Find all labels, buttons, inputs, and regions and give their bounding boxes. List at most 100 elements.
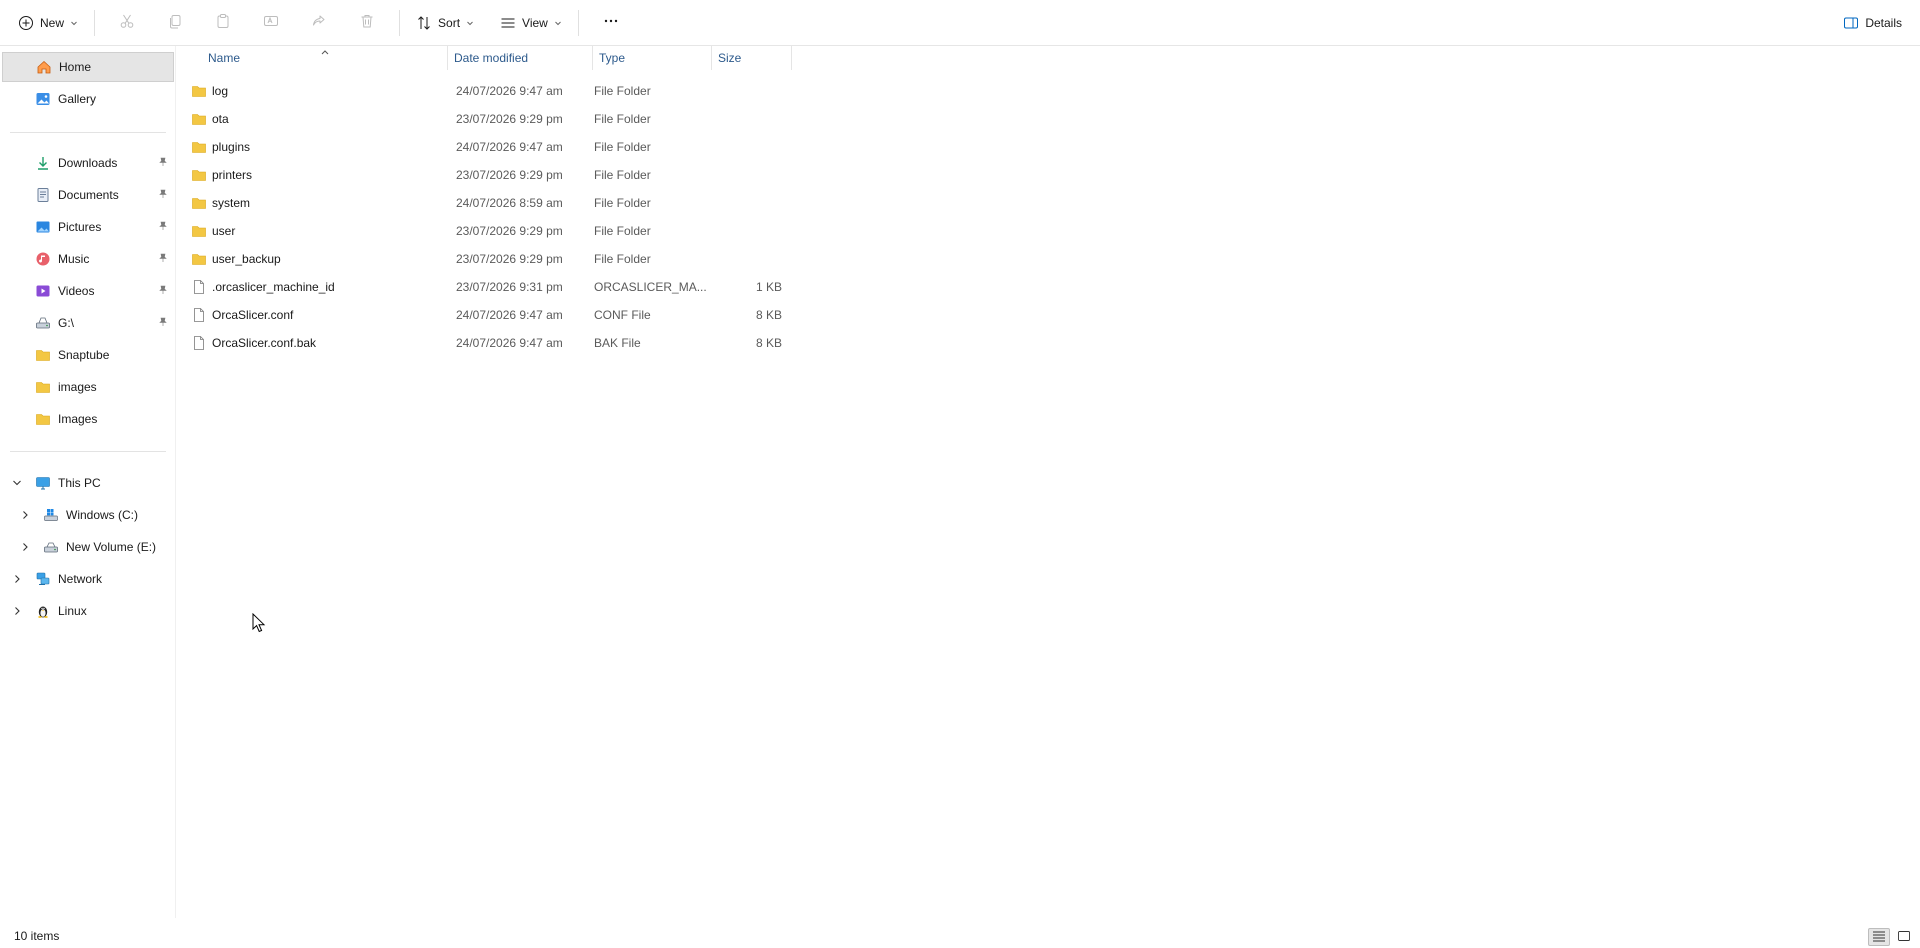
download-icon (34, 154, 52, 172)
sidebar-item-label: Images (58, 412, 98, 426)
file-row[interactable]: .orcaslicer_machine_id 23/07/2026 9:31 pm… (190, 274, 800, 300)
sidebar-item-home[interactable]: Home (2, 52, 174, 82)
sidebar-item-gallery[interactable]: Gallery (2, 84, 174, 114)
sidebar-item-network[interactable]: Network (2, 564, 174, 594)
folder-icon (34, 410, 52, 428)
file-row[interactable]: user_backup 23/07/2026 9:29 pm File Folder (190, 246, 800, 272)
sidebar-item-g-drive[interactable]: G:\ (2, 308, 174, 338)
paste-button[interactable] (199, 7, 247, 39)
rename-button[interactable] (247, 7, 295, 39)
sidebar-item-videos[interactable]: Videos (2, 276, 174, 306)
sidebar-item-linux[interactable]: Linux (2, 596, 174, 626)
column-header-label: Size (718, 51, 742, 65)
delete-button[interactable] (343, 7, 391, 39)
sidebar-item-this-pc[interactable]: This PC (2, 468, 174, 498)
sort-button[interactable]: Sort (408, 7, 482, 39)
sidebar-item-new-volume-e[interactable]: New Volume (E:) (2, 532, 174, 562)
file-type: File Folder (594, 196, 651, 210)
folder-icon (190, 82, 208, 100)
share-button[interactable] (295, 7, 343, 39)
view-list-icon (500, 15, 516, 31)
file-row[interactable]: OrcaSlicer.conf 24/07/2026 9:47 am CONF Fi… (190, 302, 800, 328)
toolbar-divider (94, 9, 96, 36)
cut-icon (119, 13, 135, 32)
file-name-cell: system (190, 194, 446, 212)
file-icon (190, 334, 208, 352)
sidebar-item-music[interactable]: Music (2, 244, 174, 274)
item-count: 10 items (14, 929, 60, 943)
pin-icon[interactable] (158, 220, 168, 234)
file-name-cell: user (190, 222, 446, 240)
column-header-type[interactable]: Type (593, 46, 712, 70)
sidebar-item-label: Videos (58, 284, 95, 298)
column-header-label: Type (599, 51, 626, 65)
sort-ascending-caret-icon (320, 40, 330, 64)
sidebar-item-label: Network (58, 572, 103, 586)
file-size: 8 KB (755, 336, 782, 350)
sidebar-item-pictures[interactable]: Pictures (2, 212, 174, 242)
sidebar-item-windows-c[interactable]: Windows (C:) (2, 500, 174, 530)
windows-drive-icon (42, 506, 60, 524)
folder-icon (190, 222, 208, 240)
command-bar: New Sort View Details (0, 0, 1920, 46)
music-icon (34, 250, 52, 268)
mouse-cursor-icon (252, 612, 266, 636)
details-view-toggle[interactable] (1868, 928, 1890, 946)
sidebar-divider (10, 451, 166, 452)
file-row[interactable]: system 24/07/2026 8:59 am File Folder (190, 190, 800, 216)
file-explorer-window: New Sort View Details Home Gallery Downl… (0, 0, 1920, 948)
file-date-modified: 24/07/2026 9:47 am (456, 336, 563, 350)
file-size: 1 KB (755, 280, 782, 294)
drive-icon (34, 314, 52, 332)
copy-button[interactable] (151, 7, 199, 39)
file-name-cell: ota (190, 110, 446, 128)
file-date-modified: 23/07/2026 9:29 pm (456, 224, 563, 238)
sidebar-item-snaptube[interactable]: Snaptube (2, 340, 174, 370)
view-button-label: View (522, 15, 548, 30)
file-date-modified: 23/07/2026 9:29 pm (456, 252, 563, 266)
gallery-icon (34, 90, 52, 108)
file-name-cell: OrcaSlicer.conf (190, 306, 446, 324)
pin-icon[interactable] (158, 284, 168, 298)
details-pane-button[interactable]: Details (1835, 7, 1910, 39)
pin-icon[interactable] (158, 252, 168, 266)
details-view-icon (1872, 930, 1886, 945)
new-button[interactable]: New (10, 7, 86, 39)
sidebar-item-images[interactable]: images (2, 372, 174, 402)
file-row[interactable]: log 24/07/2026 9:47 am File Folder (190, 78, 800, 104)
pin-icon[interactable] (158, 316, 168, 330)
add-circle-icon (18, 15, 34, 31)
column-header-size[interactable]: Size (712, 46, 792, 70)
file-type: File Folder (594, 84, 651, 98)
sidebar-item-documents[interactable]: Documents (2, 180, 174, 210)
file-row[interactable]: printers 23/07/2026 9:29 pm File Folder (190, 162, 800, 188)
more-options-button[interactable] (587, 7, 635, 39)
sidebar-item-images-2[interactable]: Images (2, 404, 174, 434)
pin-icon[interactable] (158, 188, 168, 202)
sidebar-item-label: Downloads (58, 156, 118, 170)
column-header-name[interactable]: Name (180, 46, 448, 70)
file-name: OrcaSlicer.conf (212, 308, 294, 322)
cut-button[interactable] (103, 7, 151, 39)
file-name: .orcaslicer_machine_id (212, 280, 335, 294)
sidebar-item-downloads[interactable]: Downloads (2, 148, 174, 178)
file-name-cell: log (190, 82, 446, 100)
file-row[interactable]: OrcaSlicer.conf.bak 24/07/2026 9:47 am BAK… (190, 330, 800, 356)
view-button[interactable]: View (492, 7, 570, 39)
file-name-cell: .orcaslicer_machine_id (190, 278, 446, 296)
file-row[interactable]: plugins 24/07/2026 9:47 am File Folder (190, 134, 800, 160)
column-header-date-modified[interactable]: Date modified (448, 46, 593, 70)
folder-icon (190, 194, 208, 212)
pin-icon[interactable] (158, 156, 168, 170)
file-date-modified: 23/07/2026 9:31 pm (456, 280, 563, 294)
sort-icon (416, 15, 432, 31)
large-icons-view-toggle[interactable] (1893, 928, 1915, 946)
computer-icon (34, 474, 52, 492)
file-icon (190, 278, 208, 296)
linux-penguin-icon (34, 602, 52, 620)
trash-icon (359, 13, 375, 32)
file-row[interactable]: user 23/07/2026 9:29 pm File Folder (190, 218, 800, 244)
copy-icon (167, 13, 183, 32)
column-header-label: Name (208, 51, 241, 65)
file-row[interactable]: ota 23/07/2026 9:29 pm File Folder (190, 106, 800, 132)
